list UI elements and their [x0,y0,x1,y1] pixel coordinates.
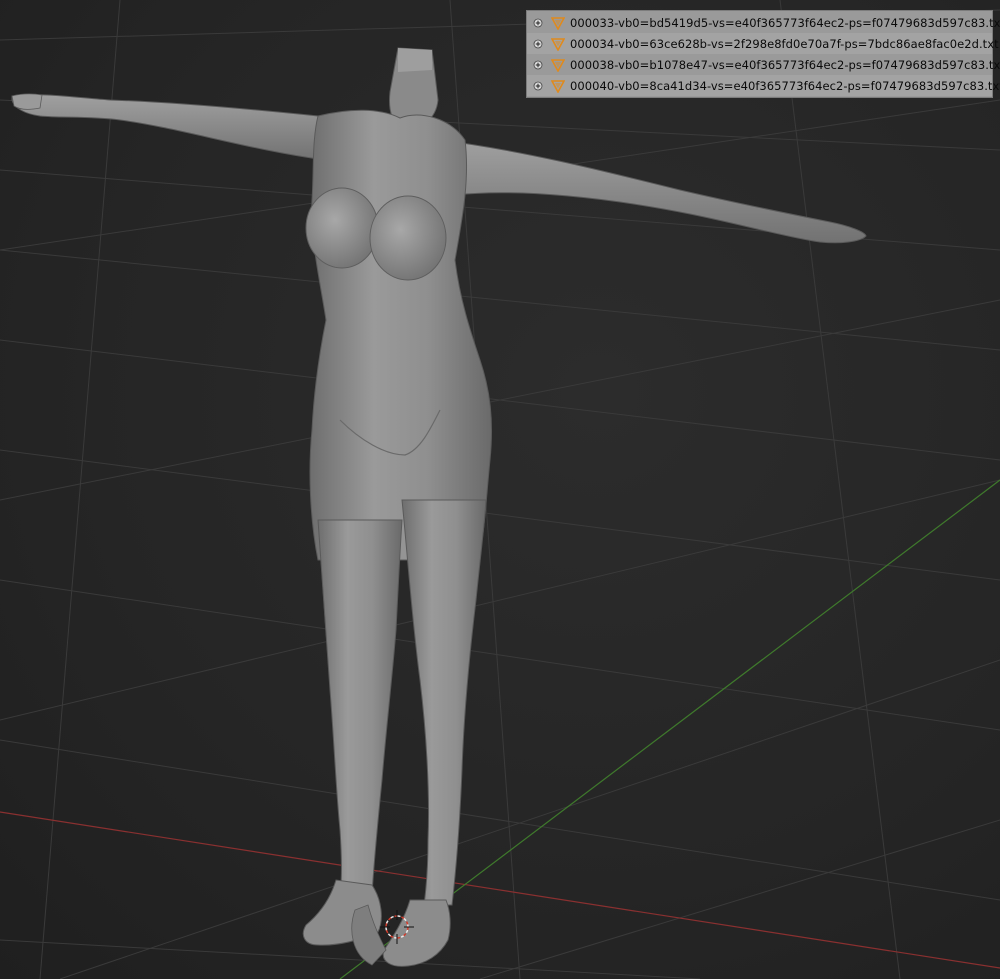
outliner-item[interactable]: 000040-vb0=8ca41d34-vs=e40f365773f64ec2-… [527,75,1000,96]
expand-plus-icon[interactable] [533,39,543,49]
outliner-item[interactable]: 000034-vb0=63ce628b-vs=2f298e8fd0e70a7f-… [527,33,999,54]
outliner-panel[interactable]: 000033-vb0=bd5419d5-vs=e40f365773f64ec2-… [526,10,1000,98]
mesh-triangle-icon [551,16,565,30]
outliner-item-label: 000038-vb0=b1078e47-vs=e40f365773f64ec2-… [570,57,1000,72]
outliner-item-label: 000034-vb0=63ce628b-vs=2f298e8fd0e70a7f-… [570,36,999,51]
viewport-scene[interactable] [0,0,1000,979]
outliner-item[interactable]: 000038-vb0=b1078e47-vs=e40f365773f64ec2-… [527,54,1000,75]
outliner-item[interactable]: 000033-vb0=bd5419d5-vs=e40f365773f64ec2-… [527,12,1000,33]
mesh-triangle-icon [551,79,565,93]
floor-grid [0,0,1000,979]
character-mesh[interactable] [11,47,867,967]
expand-plus-icon[interactable] [533,18,543,28]
mesh-triangle-icon [551,58,565,72]
expand-plus-icon[interactable] [533,60,543,70]
outliner-item-label: 000040-vb0=8ca41d34-vs=e40f365773f64ec2-… [570,78,1000,93]
mesh-triangle-icon [551,37,565,51]
x-axis-line [0,811,1000,969]
outliner-item-label: 000033-vb0=bd5419d5-vs=e40f365773f64ec2-… [570,15,1000,30]
3d-viewport[interactable]: 000033-vb0=bd5419d5-vs=e40f365773f64ec2-… [0,0,1000,979]
expand-plus-icon[interactable] [533,81,543,91]
